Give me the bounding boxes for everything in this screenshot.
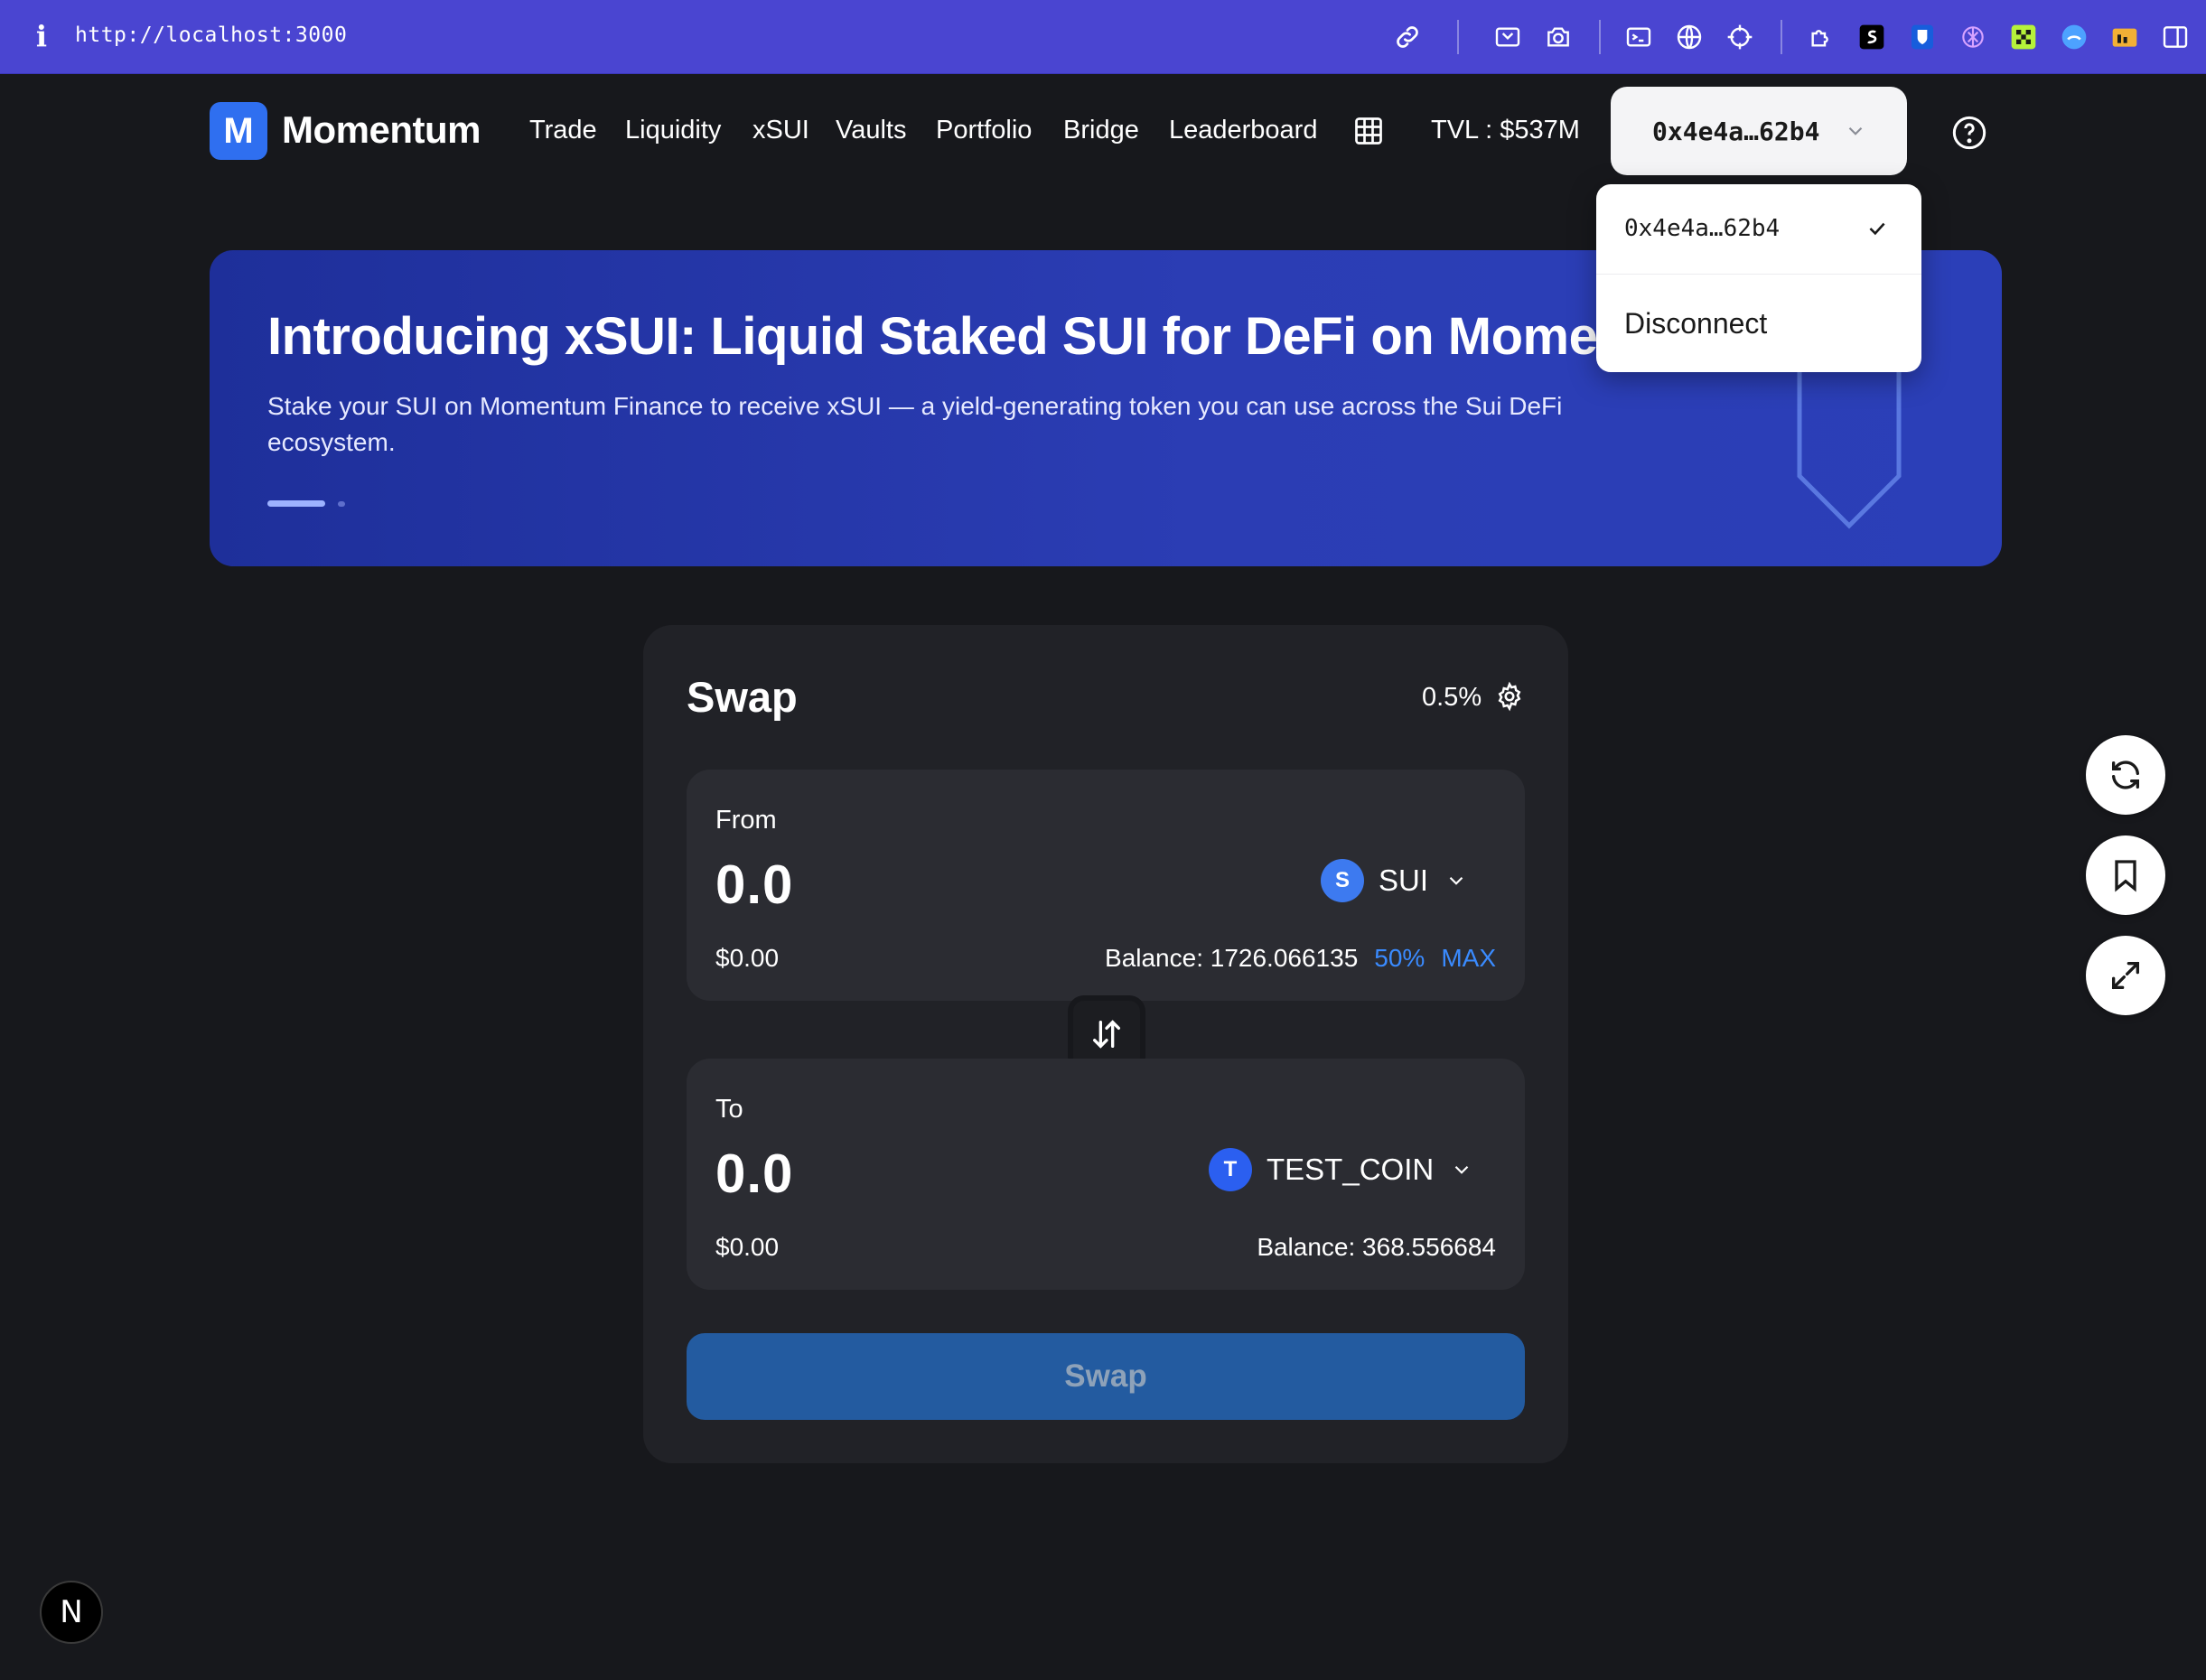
toolbar-divider bbox=[1457, 20, 1459, 54]
extension-sui-icon[interactable] bbox=[2059, 22, 2089, 52]
site-info-icon[interactable]: i bbox=[31, 20, 52, 52]
swap-card: Swap 0.5% From 0.0 S SUI $0.00 Balance: … bbox=[643, 625, 1568, 1463]
nav-link-leaderboard[interactable]: Leaderboard bbox=[1169, 116, 1317, 145]
toolbar-divider bbox=[1781, 20, 1782, 54]
chevron-down-icon bbox=[1848, 126, 1863, 135]
brand-name[interactable]: Momentum bbox=[282, 108, 481, 152]
extension-s-icon[interactable] bbox=[1856, 22, 1887, 52]
half-balance-button[interactable]: 50% bbox=[1374, 944, 1425, 973]
to-usd-value: $0.00 bbox=[715, 1233, 780, 1261]
chevron-down-icon bbox=[1449, 876, 1463, 885]
help-icon[interactable] bbox=[1951, 115, 1987, 151]
to-amount-input[interactable]: 0.0 bbox=[715, 1143, 793, 1205]
wallet-dropdown-menu: 0x4e4a…62b4 Disconnect bbox=[1596, 184, 1921, 372]
to-label: To bbox=[715, 1095, 743, 1124]
extension-bitwarden-icon[interactable] bbox=[1907, 22, 1938, 52]
banner-subtitle: Stake your SUI on Momentum Finance to re… bbox=[267, 392, 1563, 456]
wallet-button[interactable]: 0x4e4a…62b4 bbox=[1611, 87, 1907, 175]
test-coin-token-icon: T bbox=[1209, 1148, 1252, 1191]
max-balance-button[interactable]: MAX bbox=[1441, 944, 1496, 973]
extension-folder-icon[interactable] bbox=[2109, 22, 2140, 52]
to-balance: Balance: 368.556684 bbox=[1257, 1233, 1496, 1261]
bookmark-icon bbox=[2115, 860, 2136, 892]
nav-link-trade[interactable]: Trade bbox=[529, 116, 597, 145]
from-panel: From 0.0 S SUI $0.00 Balance: 1726.06613… bbox=[687, 770, 1525, 1001]
nav-link-portfolio[interactable]: Portfolio bbox=[936, 116, 1032, 145]
terminal-icon[interactable] bbox=[1623, 22, 1654, 52]
swap-arrows-icon bbox=[1093, 1020, 1120, 1049]
browser-toolbar: i http://localhost:3000 bbox=[0, 0, 2206, 74]
check-icon bbox=[1869, 222, 1885, 236]
from-balance-row: Balance: 1726.066135 50% MAX bbox=[1105, 944, 1496, 973]
slippage-value[interactable]: 0.5% bbox=[1422, 683, 1482, 713]
refresh-button[interactable] bbox=[2086, 735, 2165, 815]
nextjs-dev-badge[interactable]: N bbox=[40, 1581, 103, 1644]
bookmark-button[interactable] bbox=[2086, 835, 2165, 915]
tvl-label: TVL : $537M bbox=[1431, 116, 1580, 145]
nav-link-bridge[interactable]: Bridge bbox=[1063, 116, 1139, 145]
nav-link-vaults[interactable]: Vaults bbox=[836, 116, 906, 145]
from-token-selector[interactable]: S SUI bbox=[1321, 858, 1468, 903]
camera-icon[interactable] bbox=[1543, 22, 1574, 52]
expand-icon bbox=[2112, 962, 2139, 989]
disconnect-menu-item[interactable]: Disconnect bbox=[1596, 275, 1921, 372]
swap-title: Swap bbox=[687, 673, 798, 721]
to-token-selector[interactable]: T TEST_COIN bbox=[1209, 1147, 1473, 1192]
gear-icon[interactable] bbox=[1494, 681, 1525, 712]
link-icon[interactable] bbox=[1392, 22, 1423, 52]
globe-icon[interactable] bbox=[1674, 22, 1705, 52]
banner-title: Introducing xSUI: Liquid Staked SUI for … bbox=[267, 307, 1598, 366]
to-panel: To 0.0 T TEST_COIN $0.00 Balance: 368.55… bbox=[687, 1059, 1525, 1290]
carousel-dot[interactable] bbox=[338, 501, 345, 507]
carousel-dot-active[interactable] bbox=[267, 500, 325, 507]
extension-openai-icon[interactable] bbox=[1958, 22, 1988, 52]
refresh-icon bbox=[2112, 761, 2139, 789]
nav-link-liquidity[interactable]: Liquidity bbox=[625, 116, 721, 145]
to-balance-row: Balance: 368.556684 bbox=[1257, 1233, 1496, 1262]
crosshair-icon[interactable] bbox=[1725, 22, 1755, 52]
from-amount-input[interactable]: 0.0 bbox=[715, 854, 793, 916]
from-usd-value: $0.00 bbox=[715, 944, 780, 972]
to-token-name: TEST_COIN bbox=[1267, 1153, 1435, 1186]
apps-grid-icon[interactable] bbox=[1352, 115, 1385, 147]
expand-button[interactable] bbox=[2086, 936, 2165, 1015]
momentum-logo[interactable]: M bbox=[210, 102, 267, 160]
from-label: From bbox=[715, 806, 777, 835]
from-balance: Balance: 1726.066135 bbox=[1105, 944, 1359, 972]
toolbar-divider bbox=[1599, 20, 1601, 54]
nav-link-xsui[interactable]: xSUI bbox=[752, 116, 809, 145]
wallet-menu-account[interactable]: 0x4e4a…62b4 bbox=[1596, 184, 1921, 275]
chevron-down-icon bbox=[1454, 1165, 1469, 1174]
address-bar[interactable]: http://localhost:3000 bbox=[75, 23, 347, 47]
extension-puzzle-icon[interactable] bbox=[1806, 22, 1837, 52]
disconnect-label: Disconnect bbox=[1624, 307, 1768, 340]
sidebar-icon[interactable] bbox=[2160, 22, 2191, 52]
sui-token-icon: S bbox=[1321, 859, 1364, 902]
screenshot-icon[interactable] bbox=[1492, 22, 1523, 52]
wallet-menu-address: 0x4e4a…62b4 bbox=[1624, 215, 1781, 242]
swap-submit-button[interactable]: Swap bbox=[687, 1333, 1525, 1420]
from-token-name: SUI bbox=[1379, 863, 1429, 897]
wallet-address: 0x4e4a…62b4 bbox=[1652, 116, 1820, 146]
extension-qr-icon[interactable] bbox=[2008, 22, 2039, 52]
